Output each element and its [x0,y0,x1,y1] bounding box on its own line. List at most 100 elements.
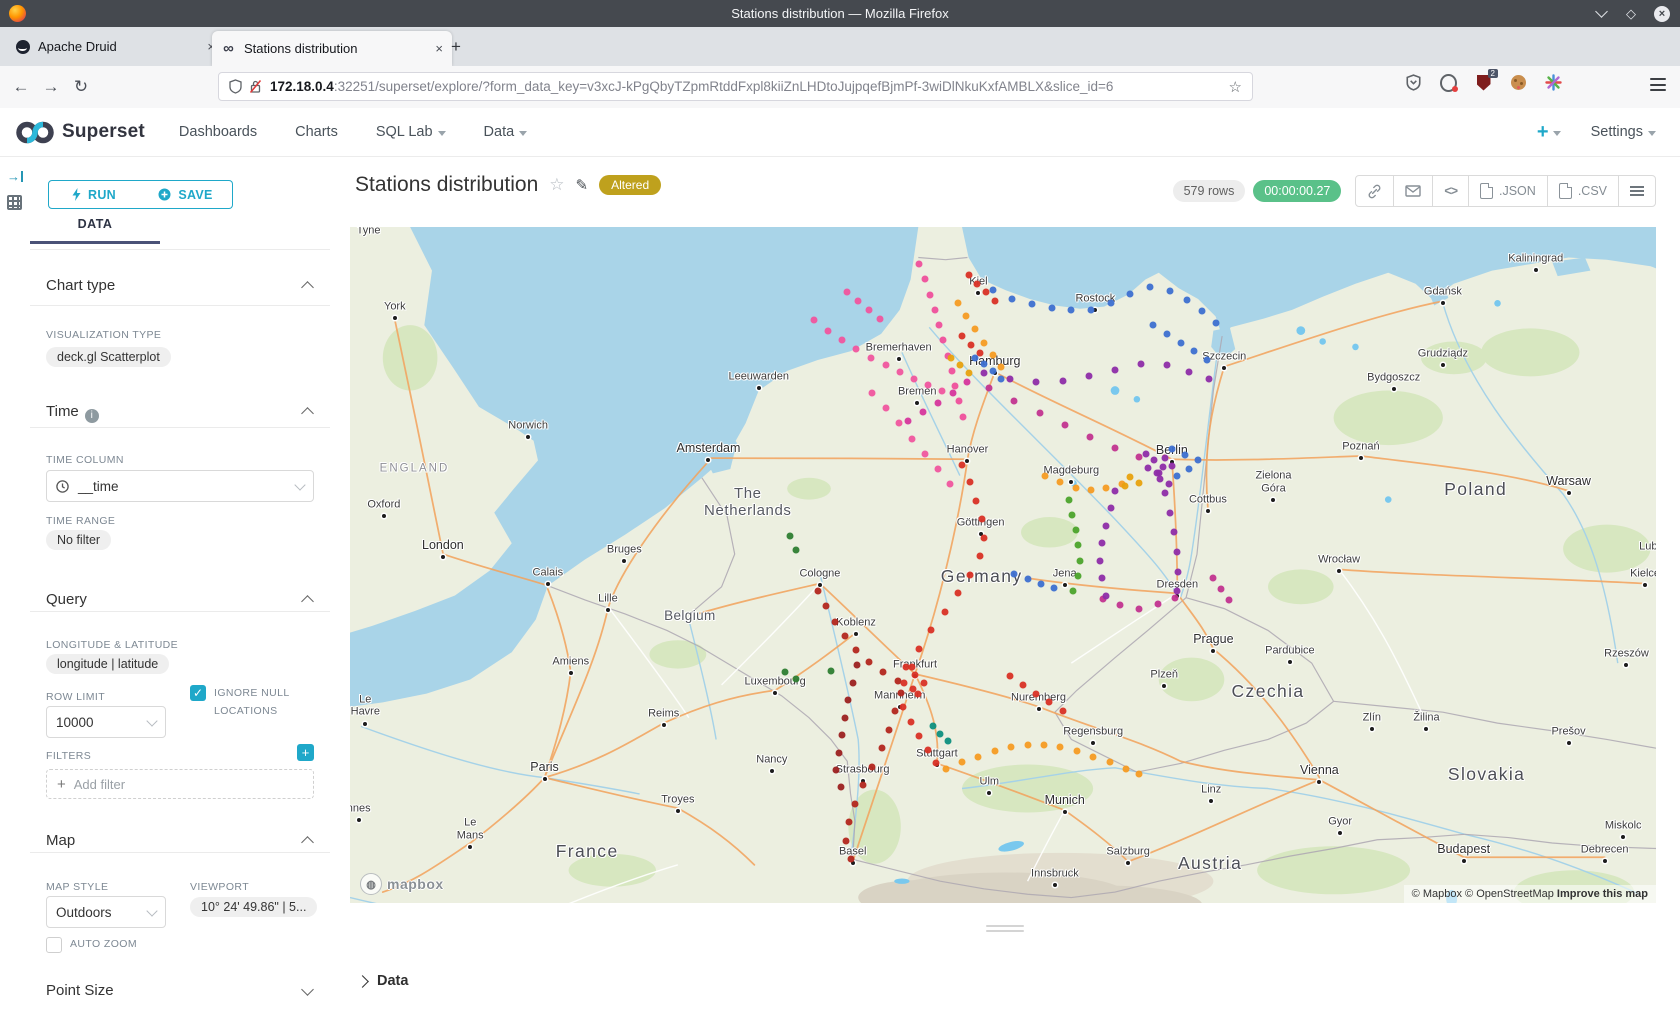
auto-zoom-checkbox[interactable] [46,937,62,953]
nav-sql-lab[interactable]: SQL Lab [376,124,446,140]
section-query[interactable]: Query [46,591,87,608]
scatter-point [1212,319,1219,326]
new-tab-button[interactable]: + [444,35,468,59]
ignore-null-checkbox[interactable]: ✓ [190,685,206,701]
scatter-point [1186,466,1193,473]
add-filter-field[interactable]: +Add filter [46,769,314,799]
download-json-button[interactable]: .JSON [1469,176,1548,206]
scatter-point [1155,470,1162,477]
cookie-extension-icon[interactable] [1510,74,1527,91]
insecure-lock-icon[interactable] [249,79,262,94]
scatter-point [811,316,818,323]
scatter-point [915,690,922,697]
scatter-point [983,289,990,296]
tab-apache-druid[interactable]: Apache Druid × [6,31,224,62]
scatter-point [1103,484,1110,491]
lonlat-value[interactable]: longitude | latitude [46,654,169,674]
mapbox-logo[interactable]: ◍ mapbox [360,873,444,895]
chevron-down-icon[interactable] [301,983,314,996]
scatter-point [949,367,956,374]
scatter-point [946,481,953,488]
minimize-icon[interactable] [1595,5,1608,18]
osm-attribution-link[interactable]: © OpenStreetMap [1465,888,1554,900]
lonlat-label: LONGITUDE & LATITUDE [46,639,178,651]
scatter-point [919,409,926,416]
scatter-point [1136,480,1143,487]
scatter-point [892,708,899,715]
ublock-icon[interactable]: 2 [1475,74,1492,91]
viz-type-value[interactable]: deck.gl Scatterplot [46,347,171,367]
section-chart-type[interactable]: Chart type [46,277,115,294]
scatter-point [976,350,983,357]
add-filter-plus-button[interactable]: + [297,744,314,761]
scatter-point [1117,602,1124,609]
browser-menu-icon[interactable] [1650,78,1666,91]
row-limit-select[interactable]: 10000 [46,706,166,738]
scatter-point [1033,378,1040,385]
add-new-button[interactable]: + [1537,121,1561,144]
scatter-point [896,369,903,376]
scatter-point [842,714,849,721]
scatter-point [989,287,996,294]
chevron-up-icon[interactable] [301,836,314,849]
scatter-point [1225,596,1232,603]
map-style-select[interactable]: Outdoors [46,896,166,928]
tab-close-icon[interactable]: × [435,41,443,56]
chart-menu-button[interactable] [1619,176,1655,206]
superset-logo[interactable]: Superset [14,119,145,146]
settings-menu[interactable]: Settings [1591,124,1656,140]
collapse-panel-icon[interactable]: → [7,169,23,184]
scatter-point [1112,366,1119,373]
scatter-point [1048,304,1055,311]
browser-tabbar: Apache Druid × ∞ Stations distribution ×… [0,27,1680,66]
scatter-point [1206,375,1213,382]
close-icon[interactable]: × [1654,6,1670,22]
dataset-grid-icon[interactable] [7,195,22,210]
mask-extension-icon[interactable] [1440,74,1457,91]
pocket-icon[interactable] [1405,74,1422,91]
time-column-label: TIME COLUMN [46,454,124,466]
tab-data[interactable]: DATA [30,217,160,231]
embed-code-button[interactable]: <> [1433,176,1469,206]
nav-charts[interactable]: Charts [295,124,338,140]
save-button[interactable]: SAVE [139,180,233,209]
time-column-select[interactable]: __time [46,470,314,502]
favorite-star-icon[interactable]: ☆ [549,175,564,195]
forward-icon[interactable]: → [36,77,66,97]
nav-dashboards[interactable]: Dashboards [179,124,257,140]
scatter-point [980,534,987,541]
improve-map-link[interactable]: Improve this map [1557,888,1648,900]
section-point-size[interactable]: Point Size [46,982,114,999]
url-field[interactable]: 172.18.0.4:32251/superset/explore/?form_… [218,72,1253,101]
section-map[interactable]: Map [46,832,75,849]
deckgl-scatterplot-map[interactable]: on TyneYorkLeeuwardenNorwichAmsterdamThe… [350,227,1656,903]
scatter-point [974,280,981,287]
firefox-icon [9,5,26,22]
data-panel-toggle[interactable]: Data [358,973,408,989]
edit-properties-icon[interactable]: ✎ [576,176,589,194]
download-csv-button[interactable]: .CSV [1548,176,1619,206]
email-button[interactable] [1394,176,1433,206]
time-range-value[interactable]: No filter [46,530,111,550]
scatter-point [1172,594,1179,601]
chevron-up-icon[interactable] [301,407,314,420]
back-icon[interactable]: ← [6,77,36,97]
scatter-point [866,659,873,666]
scatter-point [1127,290,1134,297]
mapbox-attribution-link[interactable]: © Mapbox [1412,888,1462,900]
nav-data[interactable]: Data [484,124,528,140]
tab-stations-distribution[interactable]: ∞ Stations distribution × [212,31,452,66]
panel-drag-handle[interactable] [330,925,1680,932]
run-button[interactable]: RUN [48,180,140,209]
chevron-down-icon [146,905,157,916]
shield-icon[interactable] [229,79,242,94]
section-time[interactable]: Timei [46,403,99,423]
copy-link-button[interactable] [1356,176,1394,206]
chevron-up-icon[interactable] [301,281,314,294]
viewport-value[interactable]: 10° 24' 49.86" | 5... [190,897,317,917]
bookmark-star-icon[interactable]: ☆ [1229,78,1242,96]
chevron-up-icon[interactable] [301,595,314,608]
maximize-icon[interactable]: ◇ [1624,7,1638,21]
reload-icon[interactable]: ↻ [66,77,96,97]
colorful-extension-icon[interactable] [1545,74,1562,91]
